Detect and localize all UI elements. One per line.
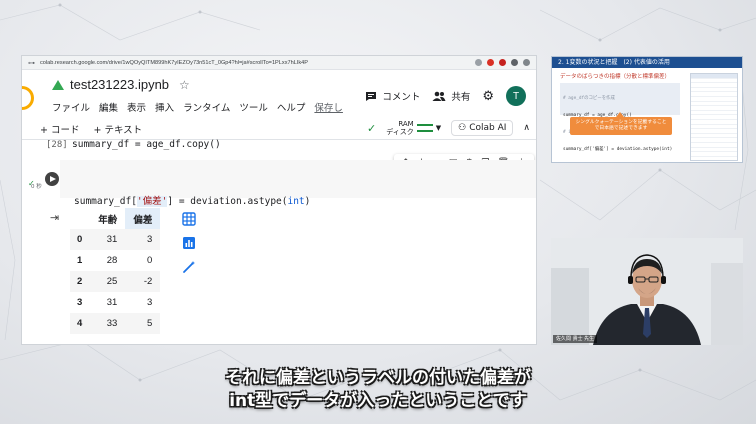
user-avatar[interactable]: T — [506, 86, 526, 106]
settings-gear-icon[interactable]: ⚙ — [482, 89, 494, 104]
toolbar-right: ✓ RAM ディスク ▼ ⚇ Colab AI ∧ — [367, 120, 530, 136]
dropdown-caret-icon[interactable]: ▼ — [436, 124, 441, 132]
resource-monitor[interactable]: RAM ディスク ▼ — [386, 120, 441, 136]
comment-button[interactable]: コメント — [365, 89, 420, 103]
extension-icon[interactable] — [511, 59, 518, 66]
disk-label: ディスク — [386, 128, 414, 136]
cell-deviation: 5 — [147, 318, 153, 329]
address-bar[interactable]: ⊶ colab.research.google.com/drive/1wQOyQ… — [22, 56, 536, 70]
ai-sparkle-icon: ⚇ — [458, 123, 467, 133]
cell-age: 28 — [106, 255, 118, 266]
extension-icon[interactable] — [475, 59, 482, 66]
extensions-area — [475, 59, 530, 66]
table-row: 0 31 3 — [70, 229, 161, 250]
add-text-button[interactable]: + テキスト — [93, 122, 142, 136]
comment-icon — [366, 91, 377, 101]
presenter-name-label: 佐久間 貴士 先生 — [553, 335, 598, 343]
share-label: 共有 — [451, 92, 471, 103]
slide-code-comment: # age_dfのコピーを作成 — [563, 96, 615, 102]
connected-check-icon: ✓ — [367, 121, 377, 135]
slide-table-preview — [690, 73, 738, 161]
presenter-video — [551, 238, 743, 345]
share-button[interactable]: 共有 — [432, 89, 470, 103]
colab-ai-label: Colab AI — [469, 123, 507, 133]
resource-bars — [416, 124, 433, 132]
menu-file[interactable]: ファイル — [52, 100, 90, 114]
index-header — [70, 208, 90, 229]
notebook-title-row: test231223.ipynb ☆ — [52, 77, 190, 92]
row-index: 3 — [77, 297, 83, 308]
collapse-chevron-icon[interactable]: ∧ — [523, 123, 530, 133]
menu-edit[interactable]: 編集 — [99, 100, 118, 114]
code-line[interactable]: summary_df = age_df.copy() — [72, 138, 221, 151]
slide-subheading: データのばらつきの指標（分散と標準偏差） — [560, 74, 671, 80]
extension-icon[interactable] — [523, 59, 530, 66]
slide-callout: シングルクォーテーションを記載することで日本語で記述できます — [570, 112, 672, 135]
cell-deviation: 3 — [147, 234, 153, 245]
ram-label: RAM — [398, 120, 414, 128]
execution-time: 0 秒 — [31, 184, 42, 190]
code-cell-28[interactable]: [28] summary_df = age_df.copy() — [38, 138, 528, 154]
run-cell-button[interactable] — [45, 172, 59, 186]
execution-count: [28] — [46, 140, 68, 150]
slide-code-line: summary_df['偏差'] = deviation.astype(int) — [563, 146, 673, 152]
colab-ai-button[interactable]: ⚇ Colab AI — [451, 120, 514, 136]
extension-icon[interactable] — [487, 59, 494, 66]
dataframe-action-icons — [182, 212, 196, 274]
row-index: 0 — [77, 234, 83, 245]
cell-age: 25 — [106, 276, 118, 287]
cell-deviation: 3 — [147, 297, 153, 308]
extension-icon[interactable] — [499, 59, 506, 66]
slide-header: 2. 1変数の状況と把握 (2) 代表値の活用 — [552, 57, 742, 68]
code-line-1: summary_df['偏差'] = deviation.astype(int) — [74, 196, 311, 207]
add-code-button[interactable]: + コード — [40, 122, 79, 136]
subtitle-line-1: それに偏差というラベルの付いた偏差が — [225, 368, 531, 388]
magic-wand-icon[interactable] — [182, 260, 196, 274]
star-icon[interactable]: ☆ — [179, 78, 190, 92]
table-row: 3 31 3 — [70, 292, 160, 313]
menu-tools[interactable]: ツール — [239, 100, 268, 114]
cell-age: 33 — [106, 318, 118, 329]
subtitle-line-2: int型でデータが入ったということです — [229, 391, 527, 411]
slide-code-block: # age_dfのコピーを作成 summary_df = age_df.copy… — [560, 83, 680, 152]
site-info-icon[interactable]: ⊶ — [28, 59, 38, 67]
menu-help[interactable]: ヘルプ — [277, 100, 306, 114]
cell-deviation: 0 — [147, 255, 153, 266]
menu-bar: ファイル 編集 表示 挿入 ランタイム ツール ヘルプ 保存し — [52, 100, 343, 114]
column-header-age[interactable]: 年齢 — [90, 208, 125, 229]
cell-deviation: -2 — [143, 276, 153, 287]
notebook-toolbar: + コード + テキスト ✓ RAM ディスク ▼ ⚇ Colab AI ∧ — [22, 118, 536, 140]
chart-suggestion-icon[interactable] — [182, 236, 196, 250]
dataframe-output: 年齢 偏差 0 31 3 1 28 0 2 25 -2 3 31 3 4 33 … — [70, 208, 161, 334]
row-index: 4 — [77, 318, 83, 329]
column-header-deviation[interactable]: 偏差 — [125, 208, 161, 229]
table-view-icon[interactable] — [182, 212, 196, 226]
table-header-row: 年齢 偏差 — [70, 208, 161, 229]
menu-view[interactable]: 表示 — [127, 100, 146, 114]
menu-insert[interactable]: 挿入 — [155, 100, 174, 114]
drive-icon[interactable] — [52, 79, 64, 90]
table-row: 1 28 0 — [70, 250, 160, 271]
comment-label: コメント — [382, 92, 421, 103]
colab-browser-window: ⊶ colab.research.google.com/drive/1wQOyQ… — [22, 56, 536, 344]
row-index: 2 — [77, 276, 83, 287]
url-text[interactable]: colab.research.google.com/drive/1wQOyQIT… — [40, 60, 475, 66]
code-cell-active[interactable]: summary_df['偏差'] = deviation.astype(int)… — [22, 160, 536, 246]
menu-runtime[interactable]: ランタイム — [183, 100, 230, 114]
cell-age: 31 — [106, 297, 118, 308]
output-actions-icon[interactable]: ⇥ — [50, 211, 59, 224]
header-actions: コメント 共有 ⚙ T — [365, 86, 526, 106]
colab-logo-icon[interactable] — [22, 86, 34, 110]
row-index: 1 — [77, 255, 83, 266]
lecture-slide: 2. 1変数の状況と把握 (2) 代表値の活用 データのばらつきの指標（分散と標… — [551, 56, 743, 163]
table-row: 2 25 -2 — [70, 271, 161, 292]
cell-age: 31 — [106, 234, 118, 245]
people-icon — [432, 91, 446, 101]
presenter-webcam: 佐久間 貴士 先生 — [551, 238, 743, 345]
save-status-link[interactable]: 保存し — [314, 100, 343, 114]
notebook-title[interactable]: test231223.ipynb — [70, 77, 169, 92]
table-row: 4 33 5 — [70, 313, 161, 334]
